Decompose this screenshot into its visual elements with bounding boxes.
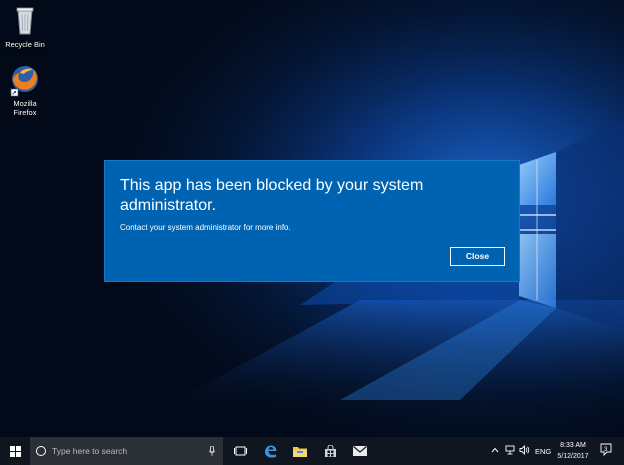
chevron-up-icon[interactable]: [491, 447, 499, 453]
firefox-icon: [8, 63, 42, 97]
edge-icon: [264, 445, 276, 458]
file-explorer-button[interactable]: [288, 437, 312, 465]
taskbar: Type here to search ENG 8:33 AM 5/12/201…: [0, 437, 624, 465]
store-button[interactable]: [318, 437, 342, 465]
blocked-app-dialog: This app has been blocked by your system…: [105, 161, 519, 281]
recycle-bin-label: Recycle Bin: [5, 40, 45, 49]
store-icon: [324, 444, 336, 457]
action-center-button[interactable]: 3: [600, 443, 612, 457]
close-button[interactable]: Close: [450, 247, 505, 266]
firefox-label: Mozilla Firefox: [13, 99, 37, 117]
volume-icon[interactable]: [519, 445, 530, 455]
desktop: Recycle Bin Mozilla Firefox This app has…: [0, 0, 624, 465]
task-view-icon: [233, 446, 247, 456]
network-icon[interactable]: [505, 445, 515, 455]
mail-icon: [353, 446, 367, 456]
microphone-icon[interactable]: [209, 446, 215, 456]
system-clock[interactable]: 8:33 AM 5/12/2017: [553, 440, 593, 462]
recycle-bin-shortcut[interactable]: Recycle Bin: [0, 4, 50, 49]
search-placeholder: Type here to search: [52, 446, 128, 456]
firefox-shortcut[interactable]: Mozilla Firefox: [0, 63, 50, 117]
clock-date: 5/12/2017: [557, 453, 589, 460]
task-view-button[interactable]: [228, 437, 252, 465]
cortana-icon: [36, 446, 46, 456]
language-indicator[interactable]: ENG: [535, 447, 551, 456]
taskbar-search-box[interactable]: Type here to search: [30, 437, 223, 465]
clock-time: 8:33 AM: [560, 442, 586, 449]
windows-logo-icon: [9, 445, 21, 457]
dialog-title: This app has been blocked by your system…: [120, 177, 424, 214]
recycle-bin-icon: [8, 4, 42, 38]
dialog-message: Contact your system administrator for mo…: [120, 223, 291, 232]
notification-count: 3: [604, 447, 608, 453]
mail-button[interactable]: [348, 437, 372, 465]
folder-icon: [293, 446, 307, 457]
start-button[interactable]: [0, 437, 30, 465]
edge-button[interactable]: [258, 437, 282, 465]
